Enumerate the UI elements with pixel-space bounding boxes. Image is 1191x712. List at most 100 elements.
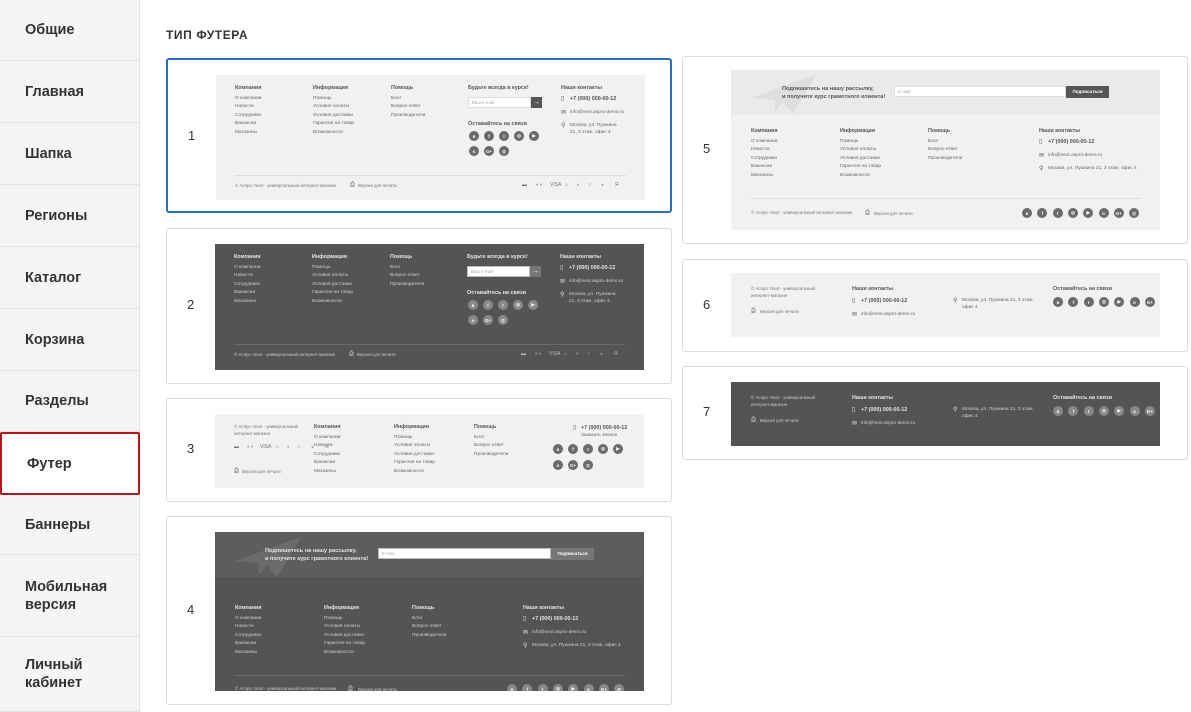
- odnoklassniki-icon[interactable]: о: [553, 460, 563, 470]
- footer-preview: Компания О компании Новости Сотрудники Вакан…: [215, 244, 644, 370]
- vk-icon[interactable]: в: [553, 444, 563, 454]
- mail-icon[interactable]: @: [583, 460, 593, 470]
- sidebar-item-sections[interactable]: Разделы: [0, 371, 140, 432]
- print-icon: ⎙: [348, 686, 353, 691]
- sidebar-item-general[interactable]: Общие: [0, 0, 140, 61]
- footer-link: Условия доставки: [840, 155, 880, 161]
- newsletter-submit-button[interactable]: →: [530, 266, 541, 277]
- google-plus-icon[interactable]: G+: [1144, 406, 1155, 416]
- twitter-icon[interactable]: t: [499, 131, 509, 141]
- odnoklassniki-icon[interactable]: о: [468, 315, 478, 325]
- mastercard-icon: ◐◑: [247, 444, 254, 450]
- footer-link: Новости: [234, 273, 253, 279]
- twitter-icon[interactable]: t: [1083, 297, 1094, 307]
- subscribe-button[interactable]: Подписаться: [1066, 85, 1109, 98]
- sidebar-item-cart[interactable]: Корзина: [0, 309, 140, 371]
- youtube-icon[interactable]: ▶: [568, 684, 579, 691]
- mail-icon[interactable]: @: [1129, 208, 1140, 218]
- subscribe-email-input[interactable]: E-mail: [378, 548, 551, 559]
- footer-option-6[interactable]: 6 © Аспро: Next - универсальный интернет-м…: [682, 259, 1188, 352]
- footer-link: Вакансии: [235, 641, 257, 647]
- facebook-icon[interactable]: f: [1037, 208, 1048, 218]
- sidebar-item-mobile[interactable]: Мобильная версия: [0, 555, 140, 637]
- odnoklassniki-icon[interactable]: о: [583, 684, 594, 691]
- youtube-icon[interactable]: ▶: [528, 300, 538, 310]
- facebook-icon[interactable]: f: [1068, 297, 1079, 307]
- print-icon: ⎙: [751, 308, 756, 314]
- subscribe-button[interactable]: Подписаться: [551, 547, 594, 560]
- footer-option-5[interactable]: 5 Подпишитесь на нашу рассылку, и получите…: [682, 56, 1188, 244]
- instagram-icon[interactable]: ◎: [1067, 208, 1078, 218]
- sidebar-item-label: Регионы: [25, 207, 88, 224]
- vk-icon[interactable]: в: [1053, 406, 1063, 416]
- google-plus-icon[interactable]: G+: [483, 315, 493, 325]
- mail-icon[interactable]: @: [499, 146, 509, 156]
- instagram-icon[interactable]: ◎: [1098, 406, 1109, 416]
- copyright: © Аспро: Next - универсальный: [234, 424, 298, 429]
- google-plus-icon[interactable]: G+: [484, 146, 494, 156]
- facebook-icon[interactable]: f: [483, 300, 493, 310]
- odnoklassniki-icon[interactable]: о: [1098, 208, 1109, 218]
- twitter-icon[interactable]: t: [498, 300, 508, 310]
- facebook-icon[interactable]: f: [484, 131, 494, 141]
- instagram-icon[interactable]: ◎: [1098, 297, 1109, 307]
- facebook-icon[interactable]: f: [1068, 406, 1079, 416]
- twitter-icon[interactable]: t: [583, 444, 593, 454]
- sidebar-item-catalog[interactable]: Каталог: [0, 247, 140, 309]
- vk-icon[interactable]: в: [469, 131, 479, 141]
- mail-icon[interactable]: @: [498, 315, 508, 325]
- sidebar-item-footer[interactable]: Футер: [0, 432, 140, 495]
- yandex-icon: Я: [615, 182, 619, 188]
- footer-column-title: Помощь: [928, 128, 951, 134]
- footer-option-1[interactable]: 1 Компания О компании Новости Сотрудники Вака…: [166, 58, 672, 213]
- twitter-icon[interactable]: t: [1083, 406, 1094, 416]
- sidebar-item-main[interactable]: Главная: [0, 61, 140, 123]
- twitter-icon[interactable]: t: [1052, 208, 1063, 218]
- instagram-icon[interactable]: ◎: [598, 444, 608, 454]
- vk-icon[interactable]: в: [507, 684, 517, 691]
- youtube-icon[interactable]: ▶: [1114, 297, 1125, 307]
- footer-option-4[interactable]: 4 Подпишитесь на нашу рассылку, и получите…: [166, 516, 672, 705]
- sidebar-item-regions[interactable]: Регионы: [0, 185, 140, 247]
- youtube-icon[interactable]: ▶: [1114, 406, 1125, 416]
- sidebar-item-banners[interactable]: Баннеры: [0, 495, 140, 555]
- google-plus-icon[interactable]: G+: [568, 460, 578, 470]
- instagram-icon[interactable]: ◎: [552, 684, 563, 691]
- google-plus-icon[interactable]: G+: [598, 684, 609, 691]
- contacts-title: Наши контакты: [523, 605, 564, 611]
- facebook-icon[interactable]: f: [568, 444, 578, 454]
- visa-icon: VISA: [549, 351, 561, 357]
- location-icon: ⚲: [561, 123, 566, 129]
- footer-option-3[interactable]: 3 © Аспро: Next - универсальный интернет-м…: [166, 398, 672, 502]
- facebook-icon[interactable]: f: [522, 684, 533, 691]
- footer-option-7[interactable]: 7 © Аспро: Next - универсальный интернет-м…: [682, 366, 1188, 460]
- subscribe-text: Подпишитесь на нашу рассылку,: [265, 548, 357, 554]
- youtube-icon[interactable]: ▶: [1083, 208, 1094, 218]
- odnoklassniki-icon[interactable]: о: [1129, 406, 1140, 416]
- footer-option-2[interactable]: 2 Компания О компании Новости Сотрудники Вака…: [166, 228, 672, 384]
- odnoklassniki-icon[interactable]: о: [469, 146, 479, 156]
- bank-icon: ⌂: [565, 182, 569, 188]
- newsletter-email-input[interactable]: Ваш e-mail: [467, 266, 530, 277]
- vk-icon[interactable]: в: [468, 300, 478, 310]
- vk-icon[interactable]: в: [1053, 297, 1063, 307]
- newsletter-submit-button[interactable]: →: [531, 97, 542, 108]
- odnoklassniki-icon[interactable]: о: [1129, 297, 1140, 307]
- google-plus-icon[interactable]: G+: [1113, 208, 1124, 218]
- subscribe-email-input[interactable]: E-mail: [894, 86, 1066, 97]
- vk-icon[interactable]: в: [1022, 208, 1032, 218]
- contact-address: офис 4: [962, 305, 978, 310]
- phone-icon: ▯: [1039, 139, 1043, 145]
- mail-icon[interactable]: @: [614, 684, 625, 691]
- mastercard-icon: ◐◑: [535, 351, 542, 357]
- newsletter-email-input[interactable]: Ваш e-mail: [468, 97, 531, 108]
- youtube-icon[interactable]: ▶: [529, 131, 539, 141]
- youtube-icon[interactable]: ▶: [613, 444, 623, 454]
- instagram-icon[interactable]: ◎: [513, 300, 523, 310]
- contacts-title: Наши контакты: [852, 395, 893, 401]
- sidebar-item-header[interactable]: Шапка: [0, 123, 140, 185]
- sidebar-item-account[interactable]: Личный кабинет: [0, 637, 140, 712]
- google-plus-icon[interactable]: G+: [1144, 297, 1155, 307]
- instagram-icon[interactable]: ◎: [514, 131, 524, 141]
- twitter-icon[interactable]: t: [537, 684, 548, 691]
